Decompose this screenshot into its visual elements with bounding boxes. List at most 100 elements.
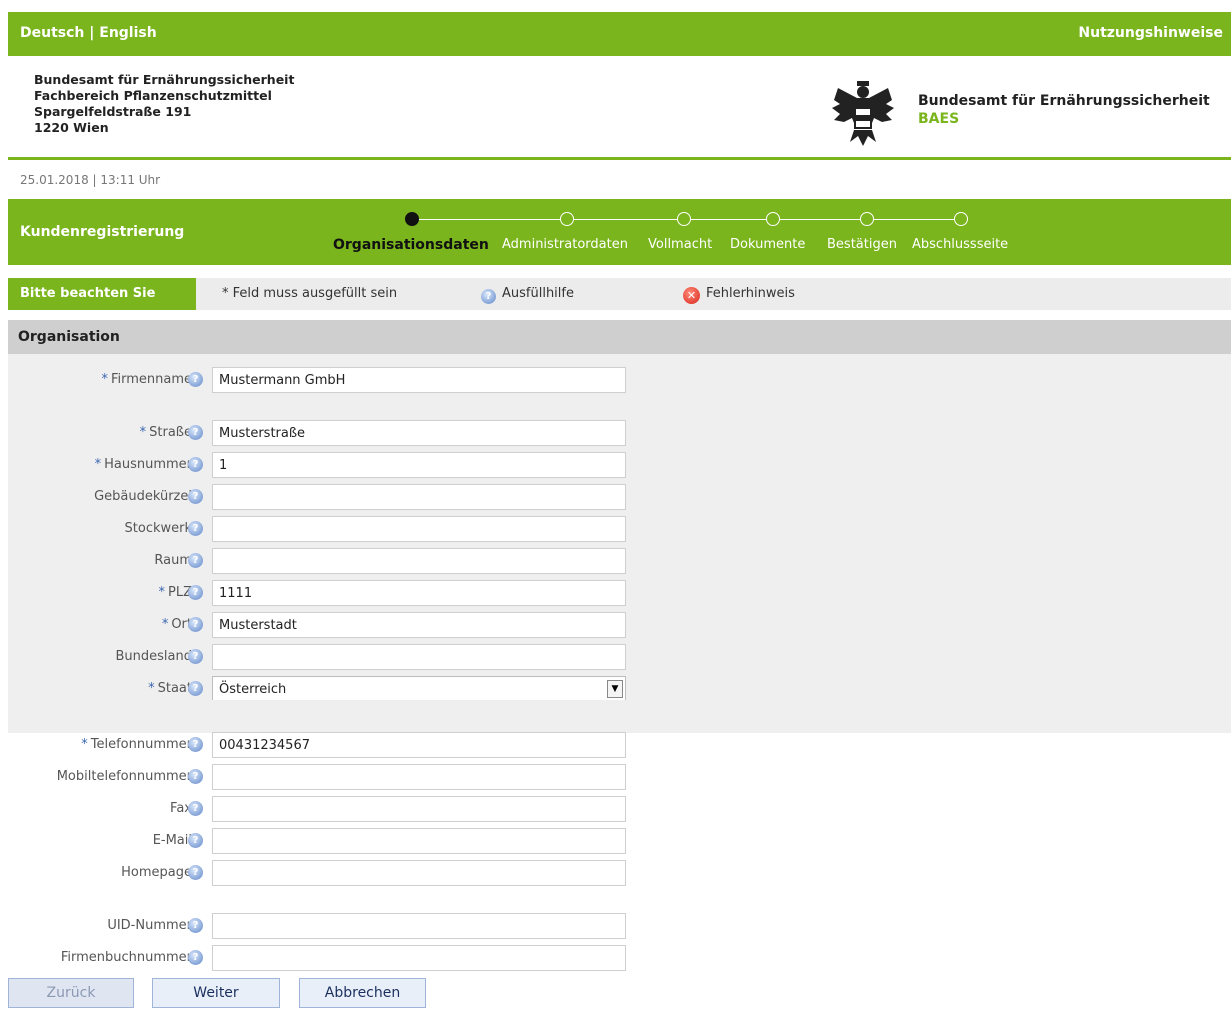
section-title: Organisation	[18, 329, 120, 345]
field-row-email: E-Mail ?	[8, 828, 648, 854]
address-line: Bundesamt für Ernährungssicherheit	[34, 72, 295, 87]
usage-notes-link[interactable]: Nutzungshinweise	[1078, 25, 1223, 41]
hausnummer-input[interactable]	[212, 452, 626, 478]
gebaeudekuerzel-input[interactable]	[212, 484, 626, 510]
help-icon[interactable]: ?	[188, 372, 203, 387]
help-icon[interactable]: ?	[188, 521, 203, 536]
error-legend-text: Fehlerhinweis	[706, 286, 795, 301]
field-row-plz: * PLZ ?	[8, 580, 648, 606]
help-icon[interactable]: ?	[188, 950, 203, 965]
field-row-staat: * Staat ? Österreich ▼	[8, 676, 648, 702]
required-marker: *	[158, 585, 166, 600]
notice-label: Bitte beachten Sie	[8, 278, 196, 310]
step-dot	[860, 212, 874, 226]
field-row-stockwerk: Stockwerk ?	[8, 516, 648, 542]
help-icon[interactable]: ?	[188, 681, 203, 696]
stockwerk-input[interactable]	[212, 516, 626, 542]
agency-abbr: BAES	[918, 111, 960, 127]
help-legend-text: Ausfüllhilfe	[502, 286, 574, 301]
firmenname-label: Firmenname	[110, 372, 192, 387]
bundesland-input[interactable]	[212, 644, 626, 670]
firmenbuch-label: Firmenbuchnummer	[60, 950, 192, 965]
bundesland-label: Bundesland	[115, 649, 193, 664]
help-icon: ?	[481, 289, 496, 304]
agency-address: Bundesamt für Ernährungssicherheit Fachb…	[34, 72, 294, 136]
email-label: E-Mail	[152, 833, 192, 848]
staat-selected-value: Österreich	[219, 682, 287, 697]
help-icon[interactable]: ?	[188, 617, 203, 632]
step-vollmacht: Vollmacht	[648, 237, 713, 252]
help-icon[interactable]: ?	[188, 649, 203, 664]
staat-label: Staat	[157, 681, 192, 696]
telefon-input[interactable]	[212, 732, 626, 758]
field-row-ort: * Ort ?	[8, 612, 648, 638]
lang-separator: |	[89, 25, 95, 41]
staat-select[interactable]: Österreich ▼	[212, 676, 626, 702]
stockwerk-label: Stockwerk	[124, 521, 192, 536]
raum-label: Raum	[154, 553, 192, 568]
help-icon[interactable]: ?	[188, 833, 203, 848]
field-row-uid: UID-Nummer ?	[8, 913, 648, 939]
field-row-telefon: * Telefonnummer ?	[8, 732, 648, 758]
required-marker: *	[81, 737, 88, 752]
firmenbuch-input[interactable]	[212, 945, 626, 971]
field-row-firmenbuch: Firmenbuchnummer ?	[8, 945, 648, 971]
next-button[interactable]: Weiter	[152, 978, 280, 1008]
date-time: 25.01.2018 | 13:11 Uhr	[20, 173, 161, 187]
help-icon[interactable]: ?	[188, 585, 203, 600]
help-icon[interactable]: ?	[188, 489, 203, 504]
step-dokumente: Dokumente	[730, 237, 806, 252]
help-icon[interactable]: ?	[188, 553, 203, 568]
mobil-label: Mobiltelefonnummer	[56, 769, 192, 784]
help-icon[interactable]: ?	[188, 457, 203, 472]
step-dot	[560, 212, 574, 226]
help-icon[interactable]: ?	[188, 425, 203, 440]
uid-input[interactable]	[212, 913, 626, 939]
lang-de-link[interactable]: Deutsch	[20, 25, 84, 41]
error-icon: ✕	[683, 287, 700, 304]
austrian-eagle-logo-icon	[832, 81, 894, 146]
error-legend: ✕ Fehlerhinweis	[683, 286, 795, 304]
telefon-label: Telefonnummer	[90, 737, 192, 752]
wizard-title: Kundenregistrierung	[20, 224, 185, 240]
strasse-input[interactable]	[212, 420, 626, 446]
step-dot-active	[405, 212, 419, 226]
help-icon[interactable]: ?	[188, 769, 203, 784]
help-icon[interactable]: ?	[188, 801, 203, 816]
back-button[interactable]: Zurück	[8, 978, 134, 1008]
gebaeudekuerzel-label: Gebäudekürzel	[94, 489, 192, 504]
help-icon[interactable]: ?	[188, 737, 203, 752]
required-marker: *	[161, 617, 169, 632]
plz-input[interactable]	[212, 580, 626, 606]
language-switch: Deutsch | English	[20, 25, 157, 41]
panel-continued	[8, 700, 1231, 733]
wizard-bar: Kundenregistrierung Organisationsdaten A…	[8, 199, 1231, 265]
strasse-label: Straße	[149, 425, 192, 440]
address-line: Fachbereich Pflanzenschutzmittel	[34, 88, 272, 103]
homepage-label: Homepage	[121, 865, 192, 880]
lang-en-link[interactable]: English	[99, 25, 156, 41]
dropdown-arrow-icon[interactable]: ▼	[607, 680, 623, 698]
mobil-input[interactable]	[212, 764, 626, 790]
help-icon[interactable]: ?	[188, 865, 203, 880]
notice-bar: Bitte beachten Sie * Feld muss ausgefüll…	[8, 278, 1231, 310]
raum-input[interactable]	[212, 548, 626, 574]
top-bar: Deutsch | English Nutzungshinweise	[8, 12, 1231, 56]
ort-input[interactable]	[212, 612, 626, 638]
fax-input[interactable]	[212, 796, 626, 822]
help-icon[interactable]: ?	[188, 918, 203, 933]
field-row-firmenname: * Firmenname ?	[8, 367, 648, 393]
step-dot	[766, 212, 780, 226]
firmenname-input[interactable]	[212, 367, 626, 393]
cancel-button[interactable]: Abbrechen	[299, 978, 426, 1008]
homepage-input[interactable]	[212, 860, 626, 886]
step-organisationsdaten: Organisationsdaten	[333, 237, 489, 253]
field-row-mobil: Mobiltelefonnummer ?	[8, 764, 648, 790]
required-hint: * Feld muss ausgefüllt sein	[222, 286, 398, 301]
field-row-raum: Raum ?	[8, 548, 648, 574]
header: Bundesamt für Ernährungssicherheit Fachb…	[8, 56, 1231, 160]
step-administratordaten: Administratordaten	[502, 237, 628, 252]
required-marker: *	[94, 457, 102, 472]
email-input[interactable]	[212, 828, 626, 854]
hausnummer-label: Hausnummer	[104, 457, 192, 472]
